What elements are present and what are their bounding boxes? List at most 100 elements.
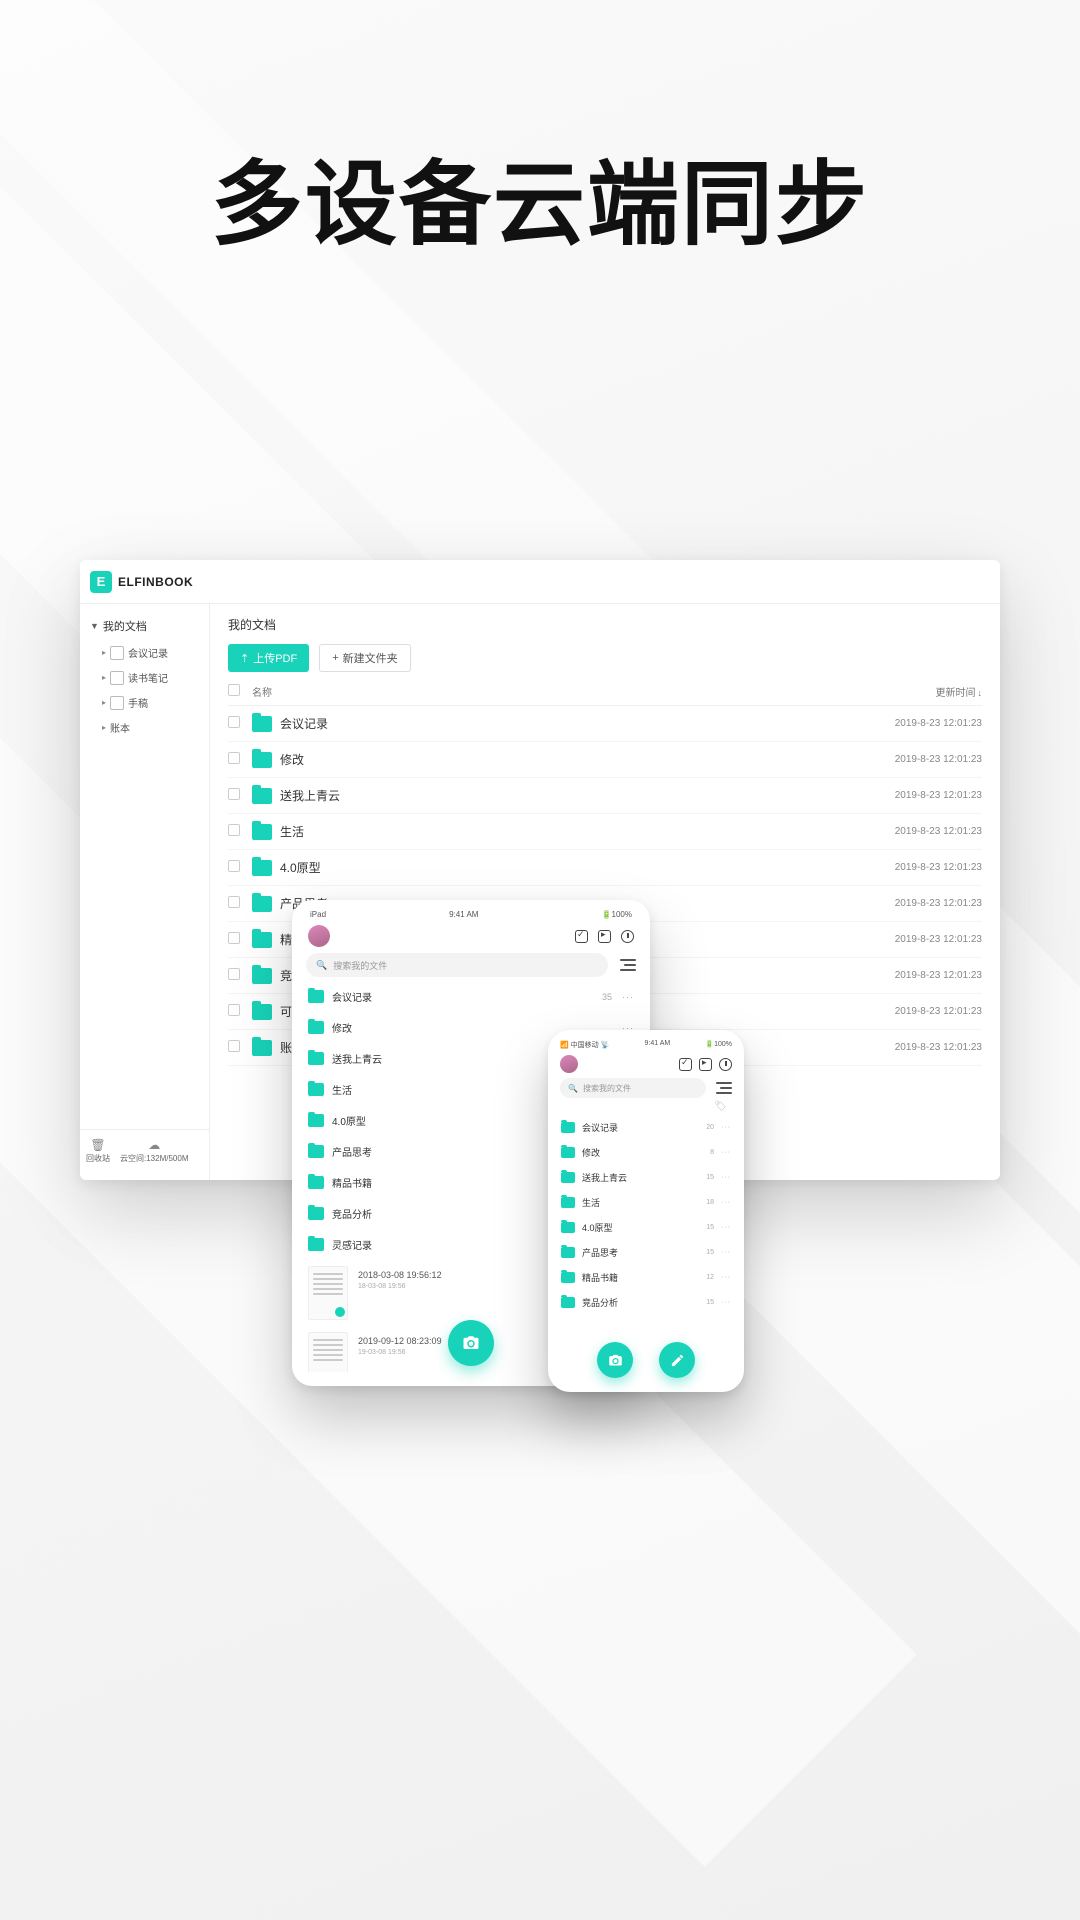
new-folder-label: 新建文件夹: [343, 650, 398, 666]
sidebar-item-label: 读书笔记: [128, 670, 168, 685]
file-name: 生活: [582, 1196, 600, 1209]
list-item[interactable]: 产品思考15···: [560, 1240, 732, 1265]
sidebar-item[interactable]: ▸读书笔记: [80, 665, 209, 690]
list-item[interactable]: 会议记录20···: [560, 1115, 732, 1140]
file-time: 2019-8-23 12:01:23: [852, 1006, 982, 1017]
history-icon[interactable]: [719, 1058, 732, 1071]
avatar[interactable]: [308, 925, 330, 947]
file-count: 35: [602, 992, 612, 1002]
upload-pdf-button[interactable]: ⇡上传PDF: [228, 644, 309, 672]
folder-icon: [252, 752, 272, 768]
more-icon[interactable]: ···: [721, 1274, 731, 1281]
list-item[interactable]: 4.0原型15···: [560, 1215, 732, 1240]
desktop-sidebar: ▼ 我的文档 ▸会议记录▸读书笔记▸手稿▸账本 🗑回收站 ☁云空间:132M/5…: [80, 604, 210, 1180]
folder-icon: [308, 1176, 324, 1189]
tag-icon[interactable]: 🏷: [714, 1100, 732, 1115]
row-checkbox[interactable]: [228, 716, 240, 728]
table-row[interactable]: 会议记录2019-8-23 12:01:23: [228, 706, 982, 742]
row-checkbox[interactable]: [228, 752, 240, 764]
page-title: 多设备云端同步: [0, 130, 1080, 263]
list-item[interactable]: 生活18···: [560, 1190, 732, 1215]
table-row[interactable]: 4.0原型2019-8-23 12:01:23: [228, 850, 982, 886]
file-name: 精品书籍: [332, 1175, 372, 1190]
camera-fab[interactable]: [597, 1342, 633, 1378]
more-icon[interactable]: ···: [721, 1249, 731, 1256]
brand-logo-icon: E: [90, 571, 112, 593]
folder-icon: [308, 1114, 324, 1127]
upload-pdf-label: 上传PDF: [253, 650, 297, 666]
folder-icon: [308, 1052, 324, 1065]
sidebar-root-label: 我的文档: [103, 618, 147, 634]
row-checkbox[interactable]: [228, 896, 240, 908]
caret-right-icon: ▸: [102, 723, 106, 732]
trash-button[interactable]: 🗑回收站: [86, 1138, 110, 1164]
row-checkbox[interactable]: [228, 860, 240, 872]
folder-icon: [308, 1207, 324, 1220]
folder-icon: [252, 716, 272, 732]
row-checkbox[interactable]: [228, 932, 240, 944]
list-item[interactable]: 精品书籍12···: [560, 1265, 732, 1290]
list-item[interactable]: 修改8···: [560, 1140, 732, 1165]
list-item[interactable]: 送我上青云15···: [560, 1165, 732, 1190]
new-folder-button[interactable]: +新建文件夹: [319, 644, 410, 672]
more-icon[interactable]: ···: [721, 1224, 731, 1231]
row-checkbox[interactable]: [228, 788, 240, 800]
camera-fab[interactable]: [448, 1320, 494, 1366]
list-item[interactable]: 会议记录 35 ···: [306, 981, 636, 1012]
slideshow-icon[interactable]: [699, 1058, 712, 1071]
row-checkbox[interactable]: [228, 824, 240, 836]
file-time: 2019-8-23 12:01:23: [852, 898, 982, 909]
folder-icon: [561, 1247, 575, 1258]
view-toggle-icon[interactable]: [714, 1082, 732, 1094]
sidebar-item[interactable]: ▸会议记录: [80, 640, 209, 665]
folder-icon: [308, 1083, 324, 1096]
row-checkbox[interactable]: [228, 968, 240, 980]
folder-icon: [252, 968, 272, 984]
sidebar-item[interactable]: ▸手稿: [80, 690, 209, 715]
list-item[interactable]: 竞品分析15···: [560, 1290, 732, 1315]
file-name: 送我上青云: [332, 1051, 382, 1066]
slideshow-icon[interactable]: [598, 930, 611, 943]
folder-icon: [561, 1172, 575, 1183]
edit-fab[interactable]: [659, 1342, 695, 1378]
row-checkbox[interactable]: [228, 1004, 240, 1016]
doc-thumbnail: [308, 1332, 348, 1372]
more-icon[interactable]: ···: [622, 992, 634, 1002]
more-icon[interactable]: ···: [721, 1174, 731, 1181]
search-icon: 🔍: [568, 1084, 578, 1093]
sidebar-root[interactable]: ▼ 我的文档: [80, 612, 209, 640]
search-input[interactable]: 🔍搜索我的文件: [306, 953, 608, 977]
folder-icon: [252, 860, 272, 876]
file-name: 竞品分析: [332, 1206, 372, 1221]
row-checkbox[interactable]: [228, 1040, 240, 1052]
avatar[interactable]: [560, 1055, 578, 1073]
file-name: 竞品分析: [582, 1296, 618, 1309]
select-mode-icon[interactable]: [575, 930, 588, 943]
status-carrier: iPad: [310, 910, 326, 919]
file-name: 会议记录: [332, 989, 372, 1004]
more-icon[interactable]: ···: [721, 1199, 731, 1206]
search-input[interactable]: 🔍搜索我的文件: [560, 1078, 706, 1098]
more-icon[interactable]: ···: [721, 1149, 731, 1156]
sidebar-item[interactable]: ▸账本: [80, 715, 209, 740]
table-header: 名称 更新时间↓: [228, 678, 982, 706]
history-icon[interactable]: [621, 930, 634, 943]
select-mode-icon[interactable]: [679, 1058, 692, 1071]
select-all-checkbox[interactable]: [228, 684, 240, 696]
table-row[interactable]: 生活2019-8-23 12:01:23: [228, 814, 982, 850]
table-row[interactable]: 送我上青云2019-8-23 12:01:23: [228, 778, 982, 814]
more-icon[interactable]: ···: [721, 1124, 731, 1131]
table-row[interactable]: 修改2019-8-23 12:01:23: [228, 742, 982, 778]
document-icon: [110, 696, 124, 710]
file-name: 4.0原型: [280, 859, 321, 876]
folder-icon: [308, 1021, 324, 1034]
view-toggle-icon[interactable]: [618, 959, 636, 971]
file-name: 产品思考: [332, 1144, 372, 1159]
column-name[interactable]: 名称: [252, 684, 852, 699]
file-name: 精品书籍: [582, 1271, 618, 1284]
more-icon[interactable]: ···: [721, 1299, 731, 1306]
column-time[interactable]: 更新时间↓: [852, 684, 982, 699]
file-name: 生活: [280, 823, 304, 840]
file-count: 8: [710, 1149, 714, 1156]
file-time: 2019-8-23 12:01:23: [852, 970, 982, 981]
